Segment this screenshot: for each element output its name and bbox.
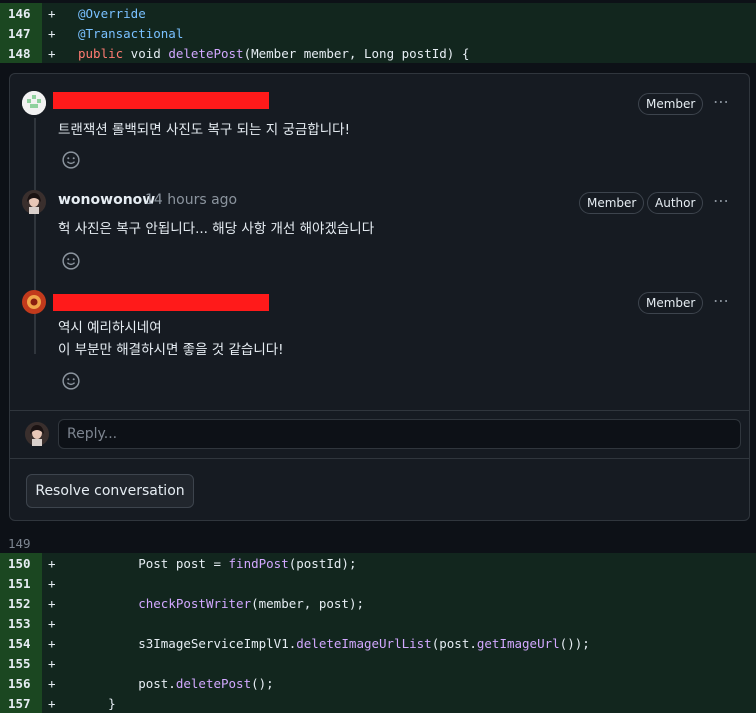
comment-body: 트랜잭션 롤백되면 사진도 복구 되는 지 궁금합니다! xyxy=(58,122,350,138)
reply-area: Reply... xyxy=(10,411,749,459)
reply-input[interactable]: Reply... xyxy=(58,419,741,449)
line-number[interactable]: 153 xyxy=(0,613,42,633)
line-number[interactable]: 147 xyxy=(0,23,42,43)
member-badge: Member xyxy=(638,93,704,115)
more-options-icon[interactable]: ⋯ xyxy=(713,92,730,111)
comment-body: 역시 예리하시네여 이 부분만 해결하시면 좋을 것 같습니다! xyxy=(58,320,284,358)
diff-line: 152 + checkPostWriter(member, post); xyxy=(0,593,756,613)
code-text: Post post = findPost(postId); xyxy=(78,555,357,571)
comment-timestamp[interactable]: 14 hours ago xyxy=(145,192,237,208)
code-text: public void deletePost(Member member, Lo… xyxy=(78,45,470,61)
line-number[interactable]: 157 xyxy=(0,693,42,713)
avatar xyxy=(25,422,49,446)
diff-sign: + xyxy=(48,675,56,691)
avatar[interactable] xyxy=(22,290,46,314)
line-number[interactable]: 148 xyxy=(0,43,42,63)
diff-line: 149 xyxy=(0,533,756,553)
redacted-author xyxy=(53,92,269,109)
diff-line: 153 + xyxy=(0,613,756,633)
diff-sign: + xyxy=(48,5,56,21)
code-text: checkPostWriter(member, post); xyxy=(138,595,364,611)
member-badge: Member xyxy=(638,292,704,314)
resolve-conversation-button[interactable]: Resolve conversation xyxy=(26,474,194,508)
comment-body: 헉 사진은 복구 안됩니다... 해당 사항 개선 해야겠습니다 xyxy=(58,221,375,237)
diff-line: 150 + Post post = findPost(postId); xyxy=(0,553,756,573)
diff-sign: + xyxy=(48,45,56,61)
add-reaction-icon[interactable] xyxy=(59,249,83,273)
diff-sign: + xyxy=(48,695,56,711)
diff-line: 155 + xyxy=(0,653,756,673)
diff-sign: + xyxy=(48,555,56,571)
review-thread: Member ⋯ 트랜잭션 롤백되면 사진도 복구 되는 지 궁금합니다! wo… xyxy=(9,73,750,521)
diff-line: 148 + public void deletePost(Member memb… xyxy=(0,43,756,63)
timeline-line xyxy=(34,118,36,354)
line-number[interactable]: 150 xyxy=(0,553,42,573)
avatar[interactable] xyxy=(22,190,46,214)
code-text: post.deletePost(); xyxy=(78,675,274,691)
comment-author[interactable]: wonowonow xyxy=(58,192,155,208)
avatar[interactable] xyxy=(22,91,46,115)
diff-line: 146 + @Override xyxy=(0,3,756,23)
diff-line: 156 + post.deletePost(); xyxy=(0,673,756,693)
more-options-icon[interactable]: ⋯ xyxy=(713,291,730,310)
add-reaction-icon[interactable] xyxy=(59,148,83,172)
diff-sign: + xyxy=(48,25,56,41)
line-number[interactable]: 151 xyxy=(0,573,42,593)
line-number[interactable]: 156 xyxy=(0,673,42,693)
diff-line: 147 + @Transactional xyxy=(0,23,756,43)
diff-line: 157 + } xyxy=(0,693,756,713)
diff-sign: + xyxy=(48,575,56,591)
line-number[interactable]: 154 xyxy=(0,633,42,653)
diff-sign: + xyxy=(48,615,56,631)
line-number[interactable]: 146 xyxy=(0,3,42,23)
code-text: } xyxy=(78,695,116,711)
code-text: @Transactional xyxy=(78,25,184,41)
line-number[interactable]: 149 xyxy=(0,533,42,553)
add-reaction-icon[interactable] xyxy=(59,369,83,393)
diff-sign: + xyxy=(48,655,56,671)
divider xyxy=(10,458,749,459)
line-number[interactable]: 155 xyxy=(0,653,42,673)
diff-sign: + xyxy=(48,595,56,611)
code-text: @Override xyxy=(78,5,146,21)
more-options-icon[interactable]: ⋯ xyxy=(713,191,730,210)
diff-sign: + xyxy=(48,635,56,651)
code-text: s3ImageServiceImplV1.deleteImageUrlList(… xyxy=(78,635,590,651)
line-number[interactable]: 152 xyxy=(0,593,42,613)
diff-line: 154 + s3ImageServiceImplV1.deleteImageUr… xyxy=(0,633,756,653)
author-badge: Author xyxy=(647,192,704,214)
redacted-author xyxy=(53,294,269,311)
member-badge: Member xyxy=(579,192,645,214)
diff-line: 151 + xyxy=(0,573,756,593)
